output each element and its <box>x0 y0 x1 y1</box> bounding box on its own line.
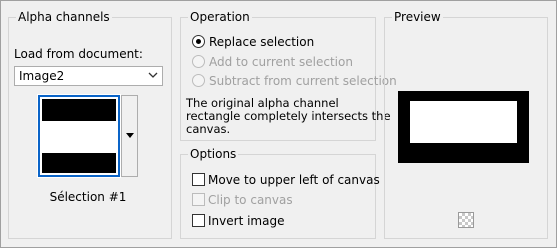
document-select-value: Image2 <box>19 69 65 83</box>
operation-title: Operation <box>188 9 252 25</box>
move-to-upper-left-checkbox[interactable] <box>192 173 205 186</box>
options-title: Options <box>188 146 239 162</box>
clip-to-canvas-label[interactable]: Clip to canvas <box>208 192 293 208</box>
transparency-checker-icon[interactable] <box>458 212 474 228</box>
invert-image-label[interactable]: Invert image <box>208 213 284 229</box>
alpha-channel-thumbnail[interactable] <box>37 94 121 178</box>
triangle-down-icon <box>126 133 134 138</box>
alpha-channels-title: Alpha channels <box>16 9 112 25</box>
selection-caption: Sélection #1 <box>49 190 127 204</box>
preview-title: Preview <box>392 9 443 25</box>
move-to-upper-left-label[interactable]: Move to upper left of canvas <box>208 172 380 188</box>
preview-image <box>398 91 529 163</box>
add-selection-radio[interactable] <box>192 55 205 68</box>
clip-to-canvas-checkbox[interactable] <box>192 193 205 206</box>
document-select[interactable]: Image2 <box>14 66 163 86</box>
chevron-down-icon <box>148 72 158 78</box>
subtract-selection-label[interactable]: Subtract from current selection <box>209 73 397 89</box>
load-from-document-label: Load from document: <box>14 47 143 61</box>
replace-selection-label[interactable]: Replace selection <box>209 34 314 50</box>
description-line-3: canvas. <box>186 122 231 136</box>
invert-image-checkbox[interactable] <box>192 214 205 227</box>
replace-selection-radio[interactable] <box>192 35 205 48</box>
add-selection-label[interactable]: Add to current selection <box>209 54 353 70</box>
thumbnail-image <box>42 99 116 173</box>
subtract-selection-radio[interactable] <box>192 74 205 87</box>
thumbnail-dropdown-button[interactable] <box>121 95 138 177</box>
